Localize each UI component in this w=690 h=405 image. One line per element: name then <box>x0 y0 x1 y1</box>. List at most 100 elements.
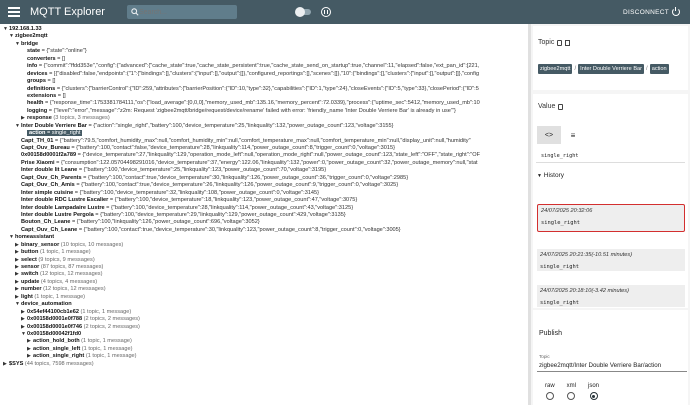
tree-row[interactable]: converters = [] <box>0 56 528 63</box>
topic-node[interactable]: state = {"state":"online"} <box>27 48 87 54</box>
crumb-device[interactable]: Inter Double Verriere Bar <box>578 64 645 74</box>
topic-node[interactable]: sensor (87 topics, 87 messages) <box>21 264 103 270</box>
tree-row[interactable]: action = single_right <box>0 130 528 137</box>
topic-node[interactable]: extensions = [] <box>27 93 66 99</box>
topic-node[interactable]: select (9 topics, 9 messages) <box>21 257 95 263</box>
topic-node[interactable]: groups = [] <box>27 78 55 84</box>
tree-row[interactable]: ▶ light (1 topic, 1 message) <box>0 294 528 301</box>
tree-row[interactable]: devices = [{"disabled":false,"endpoints"… <box>0 71 528 78</box>
tree-row[interactable]: Capt_Ouv_Bureau = {"battery":100,"contac… <box>0 145 528 152</box>
search-input[interactable] <box>138 8 229 16</box>
tree-row[interactable]: Inter double lit Leane = {"battery":100,… <box>0 167 528 174</box>
tree-row[interactable]: ▶ binary_sensor (10 topics, 10 messages) <box>0 242 528 249</box>
topic-node[interactable]: health = {"response_time":1753381784111,… <box>27 100 480 106</box>
topic-node[interactable]: 0x00158d0001e0f746 (2 topics, 2 messages… <box>27 324 140 330</box>
topic-node[interactable]: info = {"commit":"ffdd353e","config":{"a… <box>27 63 479 69</box>
tree-row[interactable]: ▼homeassistant <box>0 234 528 241</box>
tree-row[interactable]: ▶ action_hold_both (1 topic, 1 message) <box>0 338 528 345</box>
topic-node[interactable]: Inter Double Verriere Bar = {"action":"s… <box>21 123 394 129</box>
publish-topic-input[interactable]: zigbee2mqtt/Inter Double Verriere Bar/ac… <box>539 362 661 369</box>
topic-node[interactable]: binary_sensor (10 topics, 10 messages) <box>21 242 123 248</box>
topic-node[interactable]: 0x00158d0001e0f788 (2 topics, 2 messages… <box>27 316 140 322</box>
tree-row[interactable]: ▼Inter Double Verriere Bar = {"action":"… <box>0 123 528 130</box>
topic-node[interactable]: Inter double RDC Lustre Escalier = {"bat… <box>21 197 357 203</box>
topic-node[interactable]: action_hold_both (1 topic, 1 message) <box>33 338 132 344</box>
tree-row[interactable]: ▶ button (1 topic, 1 message) <box>0 249 528 256</box>
tree-row[interactable]: ▼bridge <box>0 41 528 48</box>
topic-node[interactable]: zigbee2mqtt <box>15 33 48 39</box>
tree-row[interactable]: ▶ sensor (87 topics, 87 messages) <box>0 264 528 271</box>
topic-node[interactable]: action_single_right (1 topic, 1 message) <box>33 353 137 359</box>
tree-row[interactable]: state = {"state":"online"} <box>0 48 528 55</box>
topic-node[interactable]: 0x00158d00042f1fd0 <box>27 331 81 337</box>
tree-row[interactable]: groups = [] <box>0 78 528 85</box>
format-radio-json[interactable]: json <box>588 383 599 400</box>
tree-row[interactable]: info = {"commit":"ffdd353e","config":{"a… <box>0 63 528 70</box>
tree-row[interactable]: ▶ response (3 topics, 3 messages) <box>0 115 528 122</box>
tree-row[interactable]: extensions = [] <box>0 93 528 100</box>
theme-toggle[interactable] <box>294 7 311 17</box>
tree-row[interactable]: ▶ number (12 topics, 12 messages) <box>0 286 528 293</box>
tree-row[interactable]: ▼192.168.1.33 <box>0 26 528 33</box>
topic-node[interactable]: Capt_Ouv_Ch_Parents = {"battery":100,"co… <box>21 175 408 181</box>
topic-node[interactable]: $SYS (44 topics, 7598 messages) <box>9 361 94 367</box>
topic-node[interactable]: number (12 topics, 12 messages) <box>21 286 106 292</box>
topic-node[interactable]: Prise Xiaomi = {"consumption":122.057044… <box>21 160 478 166</box>
disconnect-button[interactable]: DISCONNECT <box>623 7 680 16</box>
tree-row[interactable]: Capt_Ouv_Ch_Amis = {"battery":100,"conta… <box>0 182 528 189</box>
topic-node[interactable]: converters = [] <box>27 56 65 62</box>
topic-node[interactable]: light (1 topic, 1 message) <box>21 294 85 300</box>
tree-row[interactable]: Bouton_Ch_Leane = {"battery":100,"linkqu… <box>0 219 528 226</box>
topic-node[interactable]: Inter double lit Leane = {"battery":100,… <box>21 167 326 173</box>
tree-row[interactable]: health = {"response_time":1753381784111,… <box>0 100 528 107</box>
topic-node[interactable]: definitions = {"clusters":{"barrierContr… <box>27 86 479 92</box>
history-header[interactable]: ▼ History <box>537 172 564 179</box>
topic-node[interactable]: Capt_Ouv_Bureau = {"battery":100,"contac… <box>21 145 395 151</box>
topic-node[interactable]: 192.168.1.33 <box>9 26 42 32</box>
tree-row[interactable]: ▼device_automation <box>0 301 528 308</box>
topic-node[interactable]: Inter double Lustre Pergola = {"battery"… <box>21 212 346 218</box>
tree-row[interactable]: ▼zigbee2mqtt <box>0 33 528 40</box>
topic-node[interactable]: Capt_Ouv_Ch_Amis = {"battery":100,"conta… <box>21 182 398 188</box>
topic-node[interactable]: 0x00158d0001f2a789 = {"device_temperatur… <box>21 152 480 158</box>
radio-circle[interactable] <box>567 392 576 400</box>
tree-row[interactable]: Inter double Lustre Pergola = {"battery"… <box>0 212 528 219</box>
topic-node[interactable]: update (4 topics, 4 messages) <box>21 279 97 285</box>
format-radio-raw[interactable]: raw <box>545 383 555 400</box>
tree-row[interactable]: Capt_Ouv_Ch_Leane = {"battery":100,"cont… <box>0 227 528 234</box>
list-view-icon[interactable]: ≡ <box>561 126 585 144</box>
radio-circle[interactable] <box>589 392 598 400</box>
tree-row[interactable]: Prise Xiaomi = {"consumption":122.057044… <box>0 160 528 167</box>
topic-node[interactable]: 0x54ef44100cb1e62 (1 topic, 1 message) <box>27 309 131 315</box>
topic-node[interactable]: button (1 topic, 1 message) <box>21 249 91 255</box>
tree-row[interactable]: ▶ 0x00158d0001e0f788 (2 topics, 2 message… <box>0 316 528 323</box>
history-item[interactable]: 24/07/2025 20:18:10(-3.42 minutes) single… <box>537 285 685 307</box>
tree-row[interactable]: 0x00158d0001f2a789 = {"device_temperatur… <box>0 152 528 159</box>
topic-node[interactable]: Inter double Lampadaire Lustre = {"batte… <box>21 205 353 211</box>
topic-node[interactable]: Capt_Ouv_Ch_Leane = {"battery":100,"cont… <box>21 227 401 233</box>
tree-row[interactable]: logging = {"level":"error","message":"z2… <box>0 108 528 115</box>
topic-node[interactable]: action_single_left (1 topic, 1 message) <box>33 346 132 352</box>
tree-row[interactable]: Capt_TH_01 = {"battery":79.5,"comfort_hu… <box>0 138 528 145</box>
tree-row[interactable]: ▶ update (4 topics, 4 messages) <box>0 279 528 286</box>
tree-row[interactable]: ▶ $SYS (44 topics, 7598 messages) <box>0 361 528 368</box>
history-item[interactable]: 24/07/2025 20:32:06 single_right <box>537 204 685 232</box>
code-view-icon[interactable]: <> <box>537 126 561 144</box>
tree-row[interactable]: definitions = {"clusters":{"barrierContr… <box>0 86 528 93</box>
crumb-action[interactable]: action <box>649 64 669 74</box>
topic-node[interactable]: logging = {"level":"error","message":"z2… <box>27 108 456 114</box>
topic-node[interactable]: Capt_TH_01 = {"battery":79.5,"comfort_hu… <box>21 138 471 144</box>
clipboard-icon[interactable] <box>565 39 571 46</box>
tree-row[interactable]: Inter double Lampadaire Lustre = {"batte… <box>0 205 528 212</box>
topic-node[interactable]: devices = [{"disabled":false,"endpoints"… <box>27 71 479 77</box>
topic-node[interactable]: Bouton_Ch_Leane = {"battery":100,"linkqu… <box>21 219 260 225</box>
topic-node[interactable]: response (3 topics, 3 messages) <box>27 115 110 121</box>
selected-topic[interactable]: action = single_right <box>27 130 83 137</box>
tree-row[interactable]: Inter simple cuisine = {"battery":100,"d… <box>0 190 528 197</box>
search-box[interactable] <box>126 5 237 19</box>
history-item[interactable]: 24/07/2025 20:21:35(-10.51 minutes) singl… <box>537 249 685 271</box>
crumb-zigbee2mqtt[interactable]: zigbee2mqtt <box>538 64 573 74</box>
tree-row[interactable]: ▶ action_single_left (1 topic, 1 message) <box>0 346 528 353</box>
tree-row[interactable]: ▶ switch (12 topics, 12 messages) <box>0 271 528 278</box>
tree-row[interactable]: ▼0x00158d00042f1fd0 <box>0 331 528 338</box>
